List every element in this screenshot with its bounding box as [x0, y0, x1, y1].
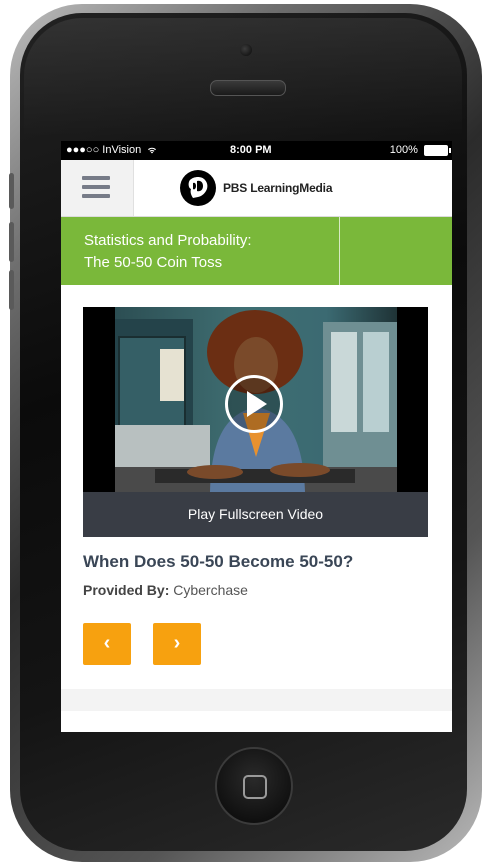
home-square-icon — [243, 775, 267, 799]
bottom-strip — [61, 689, 452, 711]
play-button[interactable] — [225, 375, 283, 433]
provider-name[interactable]: Cyberchase — [173, 582, 248, 598]
menu-button[interactable] — [61, 160, 134, 216]
wifi-icon — [148, 147, 157, 154]
mute-switch — [9, 173, 14, 209]
provider-line: Provided By: Cyberchase — [83, 582, 248, 598]
status-time: 8:00 PM — [230, 144, 272, 156]
next-button[interactable]: › — [153, 623, 201, 665]
carrier-label: ●●●○○ InVision — [66, 144, 157, 156]
title-divider — [339, 217, 340, 285]
play-icon — [247, 391, 267, 417]
chevron-left-icon: ‹ — [103, 632, 111, 654]
battery-icon — [424, 144, 451, 156]
volume-up-button — [9, 222, 14, 262]
battery-percent: 100% — [389, 144, 418, 156]
provider-label: Provided By: — [83, 582, 170, 598]
pbs-head-icon — [180, 170, 216, 206]
lesson-title-line-2: The 50-50 Coin Toss — [84, 254, 223, 271]
pbs-logo[interactable]: PBS LearningMedia — [180, 168, 332, 208]
phone-gloss — [24, 18, 462, 138]
earpiece-speaker — [210, 80, 286, 96]
play-fullscreen-button[interactable]: Play Fullscreen Video — [83, 492, 428, 537]
chevron-right-icon: › — [173, 632, 181, 654]
volume-down-button — [9, 270, 14, 310]
video-player[interactable]: Play Fullscreen Video — [83, 307, 428, 537]
lesson-title: Statistics and Probability: The 50-50 Co… — [84, 230, 324, 274]
video-title: When Does 50-50 Become 50-50? — [83, 552, 354, 571]
front-camera — [240, 44, 252, 56]
status-bar: ●●●○○ InVision 8:00 PM 100% — [61, 141, 452, 160]
lesson-title-line-1: Statistics and Probability: — [84, 232, 252, 249]
phone-screen: ●●●○○ InVision 8:00 PM 100% PBS Learning… — [61, 141, 452, 732]
battery-indicator: 100% — [389, 144, 451, 156]
home-button[interactable] — [215, 747, 293, 825]
previous-button[interactable]: ‹ — [83, 623, 131, 665]
logo-text: PBS LearningMedia — [223, 181, 333, 195]
app-header: PBS LearningMedia — [61, 160, 452, 217]
lesson-title-bar: Statistics and Probability: The 50-50 Co… — [61, 217, 452, 285]
